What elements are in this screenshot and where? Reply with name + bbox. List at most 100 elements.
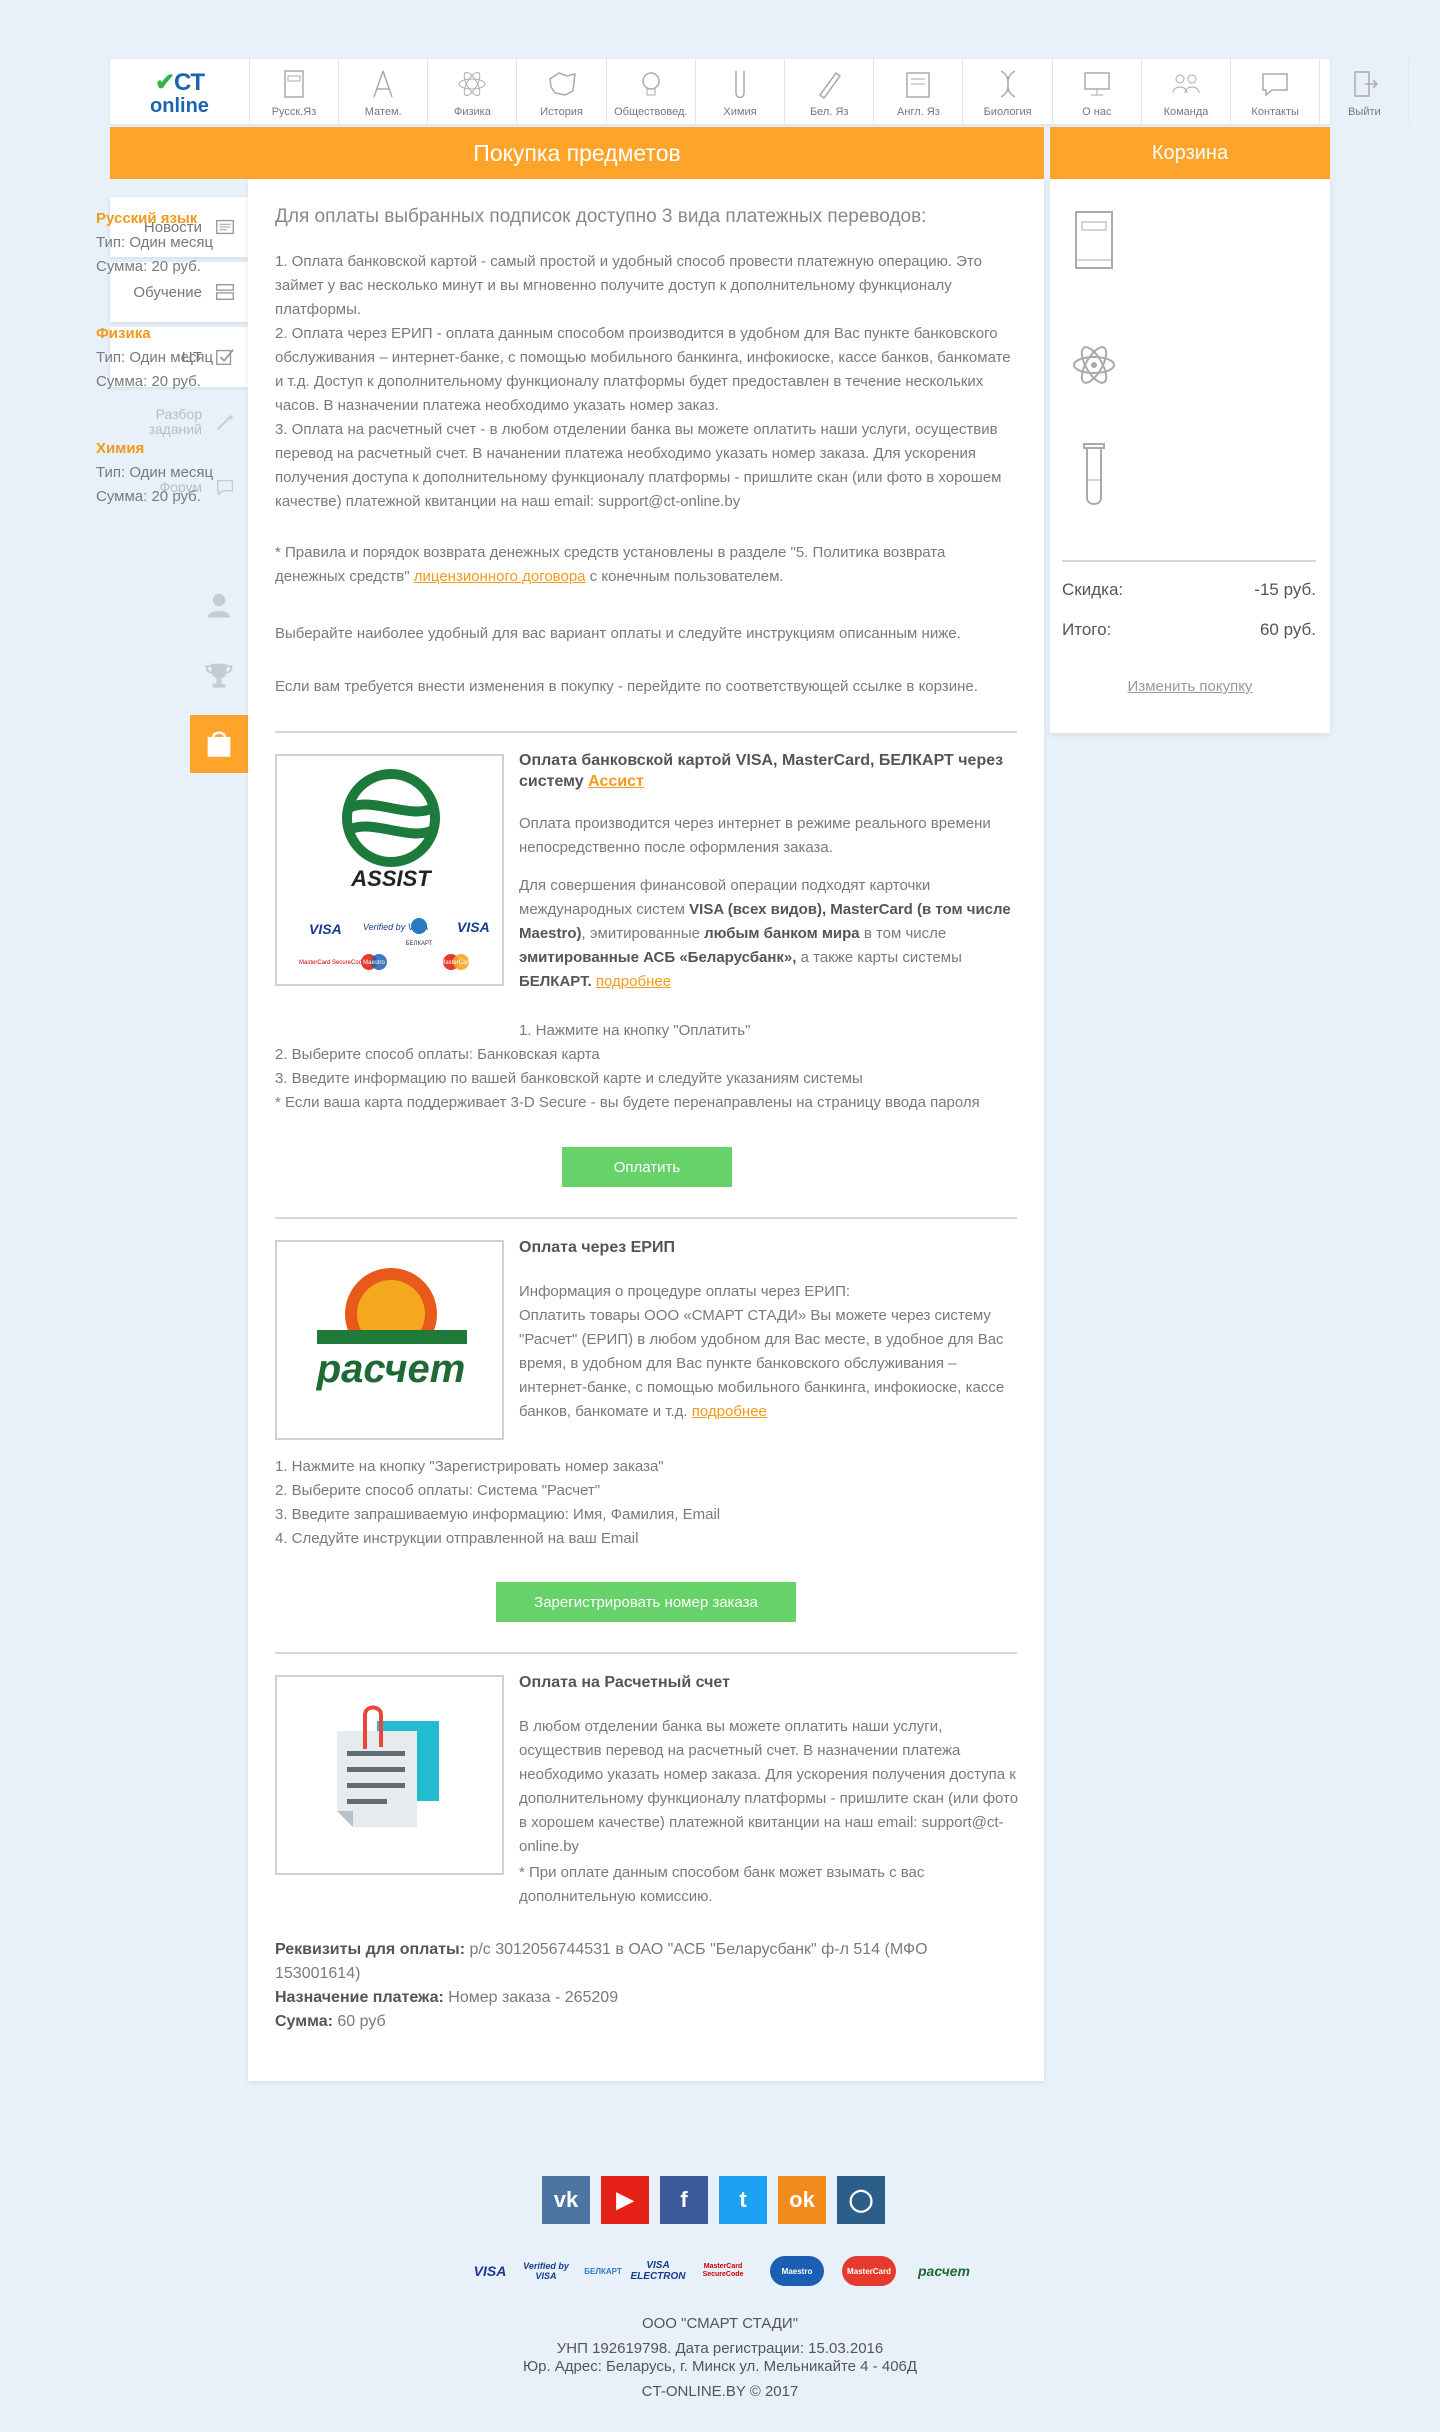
footer-unp: УНП 192619798. Дата регистрации: 15.03.2… (556, 2340, 884, 2357)
map-icon (548, 72, 576, 96)
nav-item-11[interactable]: Контакты (1231, 59, 1321, 124)
brand-belcard: БЕЛКАРТ (406, 941, 433, 947)
erip-step-4: 4. Следуйте инструкции отправленной на в… (275, 1530, 639, 1547)
license-link[interactable]: лицензионного договора (414, 568, 586, 585)
twitter-icon[interactable]: t (719, 2176, 767, 2224)
chat-icon (1262, 73, 1288, 97)
checkmark-icon: ✔ (154, 69, 175, 96)
maestro-icon: Maestro (770, 2256, 824, 2286)
facebook-icon[interactable]: f (660, 2176, 708, 2224)
pay-button[interactable]: Оплатить (562, 1147, 732, 1187)
sum-label: Сумма: (275, 2013, 333, 2030)
intro-heading: Для оплаты выбранных подписок доступно 3… (275, 206, 927, 227)
top-navigation: ✔CT online Русск.Яз Матем. Физика История Об… (110, 59, 1410, 124)
raschet-logo-text: расчет (316, 1347, 466, 1391)
erip-step-2: 2. Выберите способ оплаты: Система "Расч… (275, 1482, 601, 1499)
nav-item-4[interactable]: Обществовед. (607, 59, 696, 124)
divider (275, 1652, 1017, 1654)
assist-logo-text: ASSIST (350, 866, 432, 891)
account-title: Оплата на Расчетный счет (519, 1674, 730, 1691)
register-order-button[interactable]: Зарегистрировать номер заказа (496, 1582, 796, 1622)
nav-item-label: Матем. (364, 106, 402, 118)
cart-item-sum: Сумма: 20 руб. (96, 373, 201, 390)
page-title: Покупка предметов (110, 127, 1044, 179)
profile-button[interactable] (190, 576, 248, 634)
sidebar-item-label: Обучение (133, 283, 202, 301)
erip-step-1: 1. Нажмите на кнопку "Зарегистрировать н… (275, 1458, 664, 1475)
site-logo[interactable]: ✔CT online (110, 59, 250, 124)
nav-item-label: Выйти (1348, 106, 1381, 118)
nav-item-10[interactable]: Команда (1142, 59, 1231, 124)
nav-item-label: Англ. Яз (897, 106, 940, 118)
speech-icon (216, 479, 234, 496)
nav-item-7[interactable]: Англ. Яз (874, 59, 964, 124)
nav-item-1[interactable]: Матем. (339, 59, 429, 124)
card-text-bold: БЕЛКАРТ. (519, 973, 592, 990)
sum-value: 60 руб (332, 2013, 386, 2030)
footer-company: ООО "СМАРТ СТАДИ" (641, 2315, 799, 2332)
card-paragraph-1: Оплата производится через интернет в реж… (519, 815, 991, 856)
mastercard-icon: MasterCard (842, 2256, 896, 2286)
vk-icon[interactable]: vk (542, 2176, 590, 2224)
nav-item-2[interactable]: Физика (428, 59, 518, 124)
nav-item-6[interactable]: Бел. Яз (785, 59, 875, 124)
card-step-4: * Если ваша карта поддерживает 3-D Secur… (275, 1094, 980, 1111)
brand-visa-electron: VISA (457, 919, 490, 935)
belcard-icon: БЕЛКАРТ (584, 2266, 622, 2276)
dictionary-icon (906, 72, 931, 98)
erip-more-link[interactable]: подробнее (692, 1403, 767, 1420)
exit-icon (1354, 71, 1379, 97)
raschet-logo-icon: расчет (299, 1268, 484, 1394)
book-icon (284, 70, 304, 98)
footer-copyright: CT-ONLINE.BY © 2017 (641, 2383, 799, 2400)
nav-item-3[interactable]: История (518, 59, 607, 124)
cart-title: Корзина (1050, 127, 1330, 179)
nav-item-0[interactable]: Русск.Яз (250, 59, 339, 124)
nav-item-label: Химия (723, 106, 757, 118)
total-label: Итого: (1062, 620, 1112, 639)
mastercard-securecode-icon: MasterCard SecureCode (702, 2263, 744, 2278)
total-value: 60 руб. (1259, 620, 1316, 639)
odnoklassniki-icon[interactable]: ok (778, 2176, 826, 2224)
cart-item-name: Химия (96, 440, 145, 457)
nav-item-label: Контакты (1251, 106, 1299, 118)
raschet-logo-box: расчет (275, 1240, 504, 1440)
card-step-1: 1. Нажмите на кнопку "Оплатить" (519, 1022, 751, 1039)
erip-paragraph-2: Оплатить товары ООО «СМАРТ СТАДИ» Вы мож… (519, 1304, 1019, 1424)
card-text: , эмитированные (581, 925, 705, 942)
brand-visa: VISA (309, 921, 342, 937)
nav-item-12[interactable]: Выйти (1320, 59, 1410, 124)
nav-item-label: Русск.Яз (271, 106, 317, 118)
sidebar-item-label: Разбор заданий (148, 406, 202, 437)
trophy-icon (205, 663, 233, 688)
team-icon (1172, 74, 1200, 94)
assist-link[interactable]: Ассист (588, 773, 644, 790)
card-text-bold: любым банком мира (704, 925, 860, 942)
card-more-link[interactable]: подробнее (596, 973, 671, 990)
instagram-icon[interactable]: ◯ (837, 2176, 885, 2224)
cart-item-name: Физика (96, 325, 151, 342)
nav-item-label: Биология (983, 106, 1032, 118)
divider (275, 731, 1017, 733)
verified-by-visa-icon: Verified by VISA (523, 2261, 569, 2281)
shop-button[interactable] (190, 715, 248, 773)
discount-label: Скидка: (1062, 580, 1124, 599)
achievements-button[interactable] (190, 646, 248, 704)
card-paragraph-2: Для совершения финансовой операции подхо… (519, 874, 1019, 994)
assist-logo-icon: ASSIST VISA Verified by VISA БЕЛКАРТ VIS… (299, 769, 490, 970)
atom-icon (458, 71, 486, 97)
nav-item-5[interactable]: Химия (696, 59, 785, 124)
nav-item-8[interactable]: Биология (964, 59, 1053, 124)
nav-item-9[interactable]: О нас (1053, 59, 1142, 124)
visa-icon: VISA (473, 2263, 507, 2279)
logo-ct: CT (174, 69, 205, 96)
change-purchase-link[interactable]: Изменить покупку (1050, 678, 1330, 695)
cart-item-type: Тип: Один месяц (96, 464, 214, 481)
document-clip-icon (337, 1705, 439, 1827)
footer-address: Юр. Адрес: Беларусь, г. Минск ул. Мельни… (522, 2358, 918, 2375)
refund-text-end: с конечным пользователем. (585, 568, 784, 585)
youtube-icon[interactable]: ▶ (601, 2176, 649, 2224)
intro-paragraph-2: 2. Оплата через ЕРИП - оплата данным спо… (275, 325, 1011, 414)
erip-paragraph-1: Информация о процедуре оплаты через ЕРИП… (519, 1283, 851, 1300)
pen-icon (819, 71, 842, 100)
